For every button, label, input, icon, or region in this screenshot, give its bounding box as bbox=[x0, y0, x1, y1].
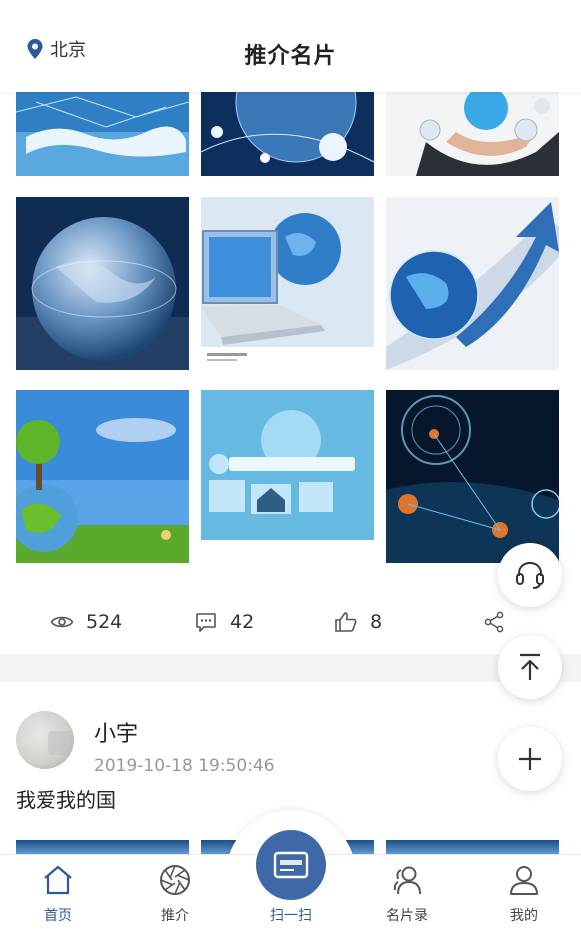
post-author[interactable]: 小宇 bbox=[94, 716, 138, 748]
post-timestamp: 2019-10-18 19:50:46 bbox=[94, 756, 275, 776]
card-scan-icon bbox=[273, 851, 309, 879]
tab-card-directory-label: 名片录 bbox=[386, 908, 428, 924]
share-button[interactable] bbox=[482, 610, 506, 634]
digital-interface-image bbox=[201, 390, 374, 563]
page-title: 推介名片 bbox=[244, 44, 337, 69]
post-content: 我爱我的国 bbox=[16, 788, 116, 812]
gallery-image[interactable] bbox=[201, 390, 374, 563]
tab-recommend[interactable]: 推介 bbox=[135, 863, 215, 925]
eye-icon bbox=[50, 616, 74, 628]
likes-count: 8 bbox=[370, 611, 383, 633]
views-count: 524 bbox=[86, 611, 123, 633]
globe-lines-image bbox=[201, 92, 374, 176]
post-stats-bar: 524 42 8 bbox=[0, 596, 581, 648]
top-header: 北京 推介名片 bbox=[0, 0, 581, 92]
share-icon bbox=[484, 611, 504, 633]
city-network-image bbox=[386, 390, 559, 563]
globe-arrow-image bbox=[386, 197, 559, 370]
home-icon bbox=[44, 865, 72, 895]
comments-count: 42 bbox=[230, 611, 255, 633]
arrow-up-to-top-icon bbox=[520, 653, 540, 680]
back-to-top-button[interactable] bbox=[498, 635, 562, 699]
thumbs-up-icon bbox=[335, 612, 357, 632]
gallery-image[interactable] bbox=[201, 92, 374, 176]
glass-globe-image bbox=[16, 197, 189, 370]
green-earth-image bbox=[16, 390, 189, 563]
scan-button[interactable] bbox=[256, 830, 326, 900]
tab-mine[interactable]: 我的 bbox=[484, 863, 564, 925]
gallery-image[interactable] bbox=[16, 390, 189, 563]
tab-recommend-label: 推介 bbox=[161, 908, 189, 924]
gallery-image[interactable] bbox=[16, 840, 189, 854]
section-divider bbox=[0, 654, 581, 682]
gallery-image[interactable] bbox=[201, 197, 374, 370]
tab-scan-label[interactable]: 扫一扫 bbox=[256, 905, 326, 925]
gallery-image[interactable] bbox=[386, 92, 559, 176]
tab-mine-label: 我的 bbox=[510, 908, 538, 924]
tab-card-directory[interactable]: 名片录 bbox=[367, 863, 447, 925]
comments-stat[interactable]: 42 bbox=[194, 610, 254, 634]
likes-stat[interactable]: 8 bbox=[334, 610, 382, 634]
gallery-image[interactable] bbox=[386, 840, 559, 854]
gallery-image[interactable] bbox=[16, 92, 189, 176]
gallery-image[interactable] bbox=[16, 197, 189, 370]
aperture-icon bbox=[160, 865, 190, 895]
avatar[interactable] bbox=[16, 711, 74, 769]
laptop-globe-image bbox=[201, 197, 374, 370]
views-stat: 524 bbox=[50, 610, 122, 634]
plus-icon bbox=[519, 748, 541, 770]
customer-service-button[interactable] bbox=[498, 543, 562, 607]
add-button[interactable] bbox=[498, 727, 562, 791]
contacts-icon bbox=[393, 866, 421, 895]
gallery-image[interactable] bbox=[386, 390, 559, 563]
comment-icon bbox=[196, 613, 216, 632]
hand-globe-image bbox=[386, 92, 559, 176]
tab-home-label: 首页 bbox=[44, 908, 72, 924]
world-map-image bbox=[16, 92, 189, 176]
user-icon bbox=[510, 866, 538, 895]
gallery-image[interactable] bbox=[386, 197, 559, 370]
tab-home[interactable]: 首页 bbox=[18, 863, 98, 925]
headset-icon bbox=[516, 561, 544, 589]
